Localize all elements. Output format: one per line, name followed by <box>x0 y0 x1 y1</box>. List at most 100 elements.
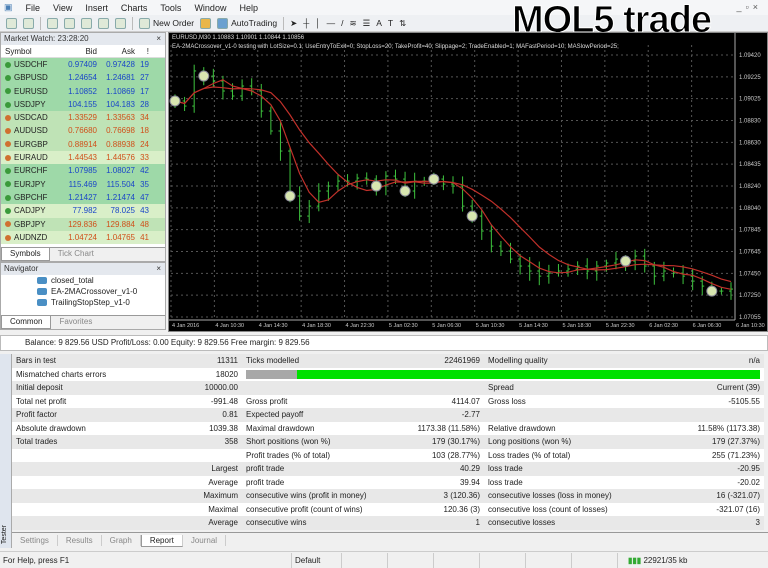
trade-marker-icon[interactable] <box>198 70 210 82</box>
time-label: 4 Jan 18:30 <box>302 323 331 329</box>
arrow-up-icon <box>5 168 11 175</box>
trade-marker-icon[interactable] <box>428 173 440 185</box>
close-icon[interactable]: × <box>156 263 161 275</box>
data-window-icon[interactable] <box>64 17 75 29</box>
report-cell: -2.77 <box>387 408 484 422</box>
trade-marker-icon[interactable] <box>370 180 382 192</box>
report-cell: loss trade <box>484 462 634 476</box>
market-watch-row[interactable]: EURCHF 1.07985 1.08027 42 <box>1 164 165 178</box>
market-watch-row[interactable]: EURUSD 1.10852 1.10869 17 <box>1 84 165 98</box>
new-chart-icon[interactable] <box>6 17 17 29</box>
report-row: Mismatched charts errors 18020 <box>12 368 764 382</box>
trade-marker-icon[interactable] <box>399 185 411 197</box>
bid-cell: 1.04724 <box>68 232 97 242</box>
report-cell: Loss trades (% of total) <box>488 450 571 460</box>
market-watch-icon[interactable] <box>47 17 58 29</box>
report-cell: Average <box>208 477 238 487</box>
report-cell: -991.48 <box>210 396 238 406</box>
market-watch-row[interactable]: CADJPY 77.982 78.025 43 <box>1 204 165 218</box>
tab-report[interactable]: Report <box>140 534 183 547</box>
market-watch-row[interactable]: GBPUSD 1.24654 1.24681 27 <box>1 71 165 85</box>
spread-cell: 43 <box>140 206 149 216</box>
market-watch-row[interactable]: EURAUD 1.44543 1.44576 33 <box>1 151 165 165</box>
market-watch-row[interactable]: EURGBP 0.88914 0.88938 24 <box>1 137 165 152</box>
profiles-icon[interactable] <box>23 17 34 29</box>
text-icon[interactable]: A <box>376 18 382 28</box>
close-icon[interactable]: × <box>156 33 161 45</box>
terminal-icon[interactable] <box>98 17 109 29</box>
metaeditor-icon[interactable] <box>200 17 212 29</box>
price-label: 1.07055 <box>739 315 761 321</box>
spread-cell: 34 <box>140 113 149 123</box>
new-order-button[interactable]: New Order <box>139 17 194 29</box>
menu-charts[interactable]: Charts <box>121 3 148 13</box>
navigator-item[interactable]: TrailingStopStep_v1-0 <box>1 297 165 308</box>
price-chart[interactable]: 1.09420 1.09225 1.09025 1.08830 1.08630 1.084… <box>168 32 768 332</box>
symbol-cell: AUDNZD <box>1 231 59 244</box>
tab-journal[interactable]: Journal <box>183 535 227 546</box>
market-watch-row[interactable]: USDJPY 104.155 104.183 28 <box>1 97 165 112</box>
crosshair-icon[interactable]: ┼ <box>303 18 309 28</box>
tab-settings[interactable]: Settings <box>12 535 58 546</box>
menu-file[interactable]: File <box>26 3 41 13</box>
market-watch-row[interactable]: USDCAD 1.33529 1.33563 34 <box>1 111 165 125</box>
report-cell: 179 (27.37%) <box>634 435 764 449</box>
menu-help[interactable]: Help <box>239 3 258 13</box>
tab-common[interactable]: Common <box>1 316 52 329</box>
report-cell: Ticks modelled <box>242 354 387 368</box>
vertical-line-icon[interactable]: │ <box>315 18 320 28</box>
col-symbol[interactable]: Symbol <box>1 45 59 57</box>
tester-icon[interactable] <box>115 17 126 29</box>
label-icon[interactable]: T <box>388 18 393 28</box>
trade-marker-icon[interactable] <box>284 190 296 202</box>
trade-marker-icon[interactable] <box>620 255 632 267</box>
market-watch-row[interactable]: GBPCHF 1.21427 1.21474 47 <box>1 190 165 205</box>
autotrading-button[interactable]: AutoTrading <box>217 17 277 29</box>
market-watch-row[interactable]: USDCHF 0.97409 0.97428 19 <box>1 58 165 72</box>
tab-results[interactable]: Results <box>58 535 102 546</box>
navigator-item[interactable]: closed_total <box>1 275 165 286</box>
arrow-up-icon <box>5 194 11 201</box>
tab-graph[interactable]: Graph <box>102 535 141 546</box>
report-cell: Bars in test <box>12 354 162 368</box>
channel-icon[interactable]: ≋ <box>349 18 356 29</box>
arrow-down-icon <box>5 141 11 148</box>
tab-symbols[interactable]: Symbols <box>1 248 50 261</box>
report-cell <box>162 449 242 463</box>
menu-window[interactable]: Window <box>194 3 226 13</box>
navigator-item-label: EA-2MACrossover_v1-0 <box>51 287 138 296</box>
report-cell: n/a <box>634 354 764 368</box>
tester-side-label: Tester <box>0 354 12 548</box>
trade-marker-icon[interactable] <box>466 210 478 222</box>
col-ask[interactable]: Ask <box>97 45 135 57</box>
menu-view[interactable]: View <box>53 3 72 13</box>
window-controls[interactable]: _▫× <box>737 2 762 12</box>
cursor-icon[interactable]: ➤ <box>290 18 297 29</box>
spread-cell: 24 <box>140 139 149 149</box>
market-watch-row[interactable]: GBPJPY 129.836 129.884 48 <box>1 217 165 231</box>
menu-insert[interactable]: Insert <box>85 3 108 13</box>
market-watch-row[interactable]: EURJPY 115.469 115.504 35 <box>1 177 165 191</box>
menu-tools[interactable]: Tools <box>160 3 181 13</box>
price-label: 1.09225 <box>739 75 761 81</box>
symbol-name: AUDNZD <box>14 232 48 242</box>
horizontal-line-icon[interactable]: — <box>327 18 336 28</box>
spread-cell: 17 <box>140 86 149 96</box>
tab-tick-chart[interactable]: Tick Chart <box>50 248 102 261</box>
trade-marker-icon[interactable] <box>706 285 718 297</box>
market-watch-row[interactable]: AUDUSD 0.76680 0.76698 18 <box>1 124 165 138</box>
trade-marker-icon[interactable] <box>169 95 181 107</box>
navigator-item[interactable]: EA-2MACrossover_v1-0 <box>1 286 165 297</box>
symbol-name: EURGBP <box>14 139 48 149</box>
market-watch-row[interactable]: AUDNZD 1.04724 1.04765 41 <box>1 230 165 245</box>
report-cell: Relative drawdown <box>488 423 556 433</box>
report-cell: Total net profit <box>16 396 67 406</box>
symbol-name: USDCHF <box>14 60 48 69</box>
fibonacci-icon[interactable]: ☰ <box>363 18 371 29</box>
arrows-icon[interactable]: ⇅ <box>399 18 406 29</box>
col-bid[interactable]: Bid <box>59 45 97 57</box>
navigator-icon[interactable] <box>81 17 92 29</box>
trendline-icon[interactable]: / <box>341 18 343 28</box>
col-spread[interactable]: ! <box>135 45 149 57</box>
tab-favorites[interactable]: Favorites <box>51 316 100 329</box>
